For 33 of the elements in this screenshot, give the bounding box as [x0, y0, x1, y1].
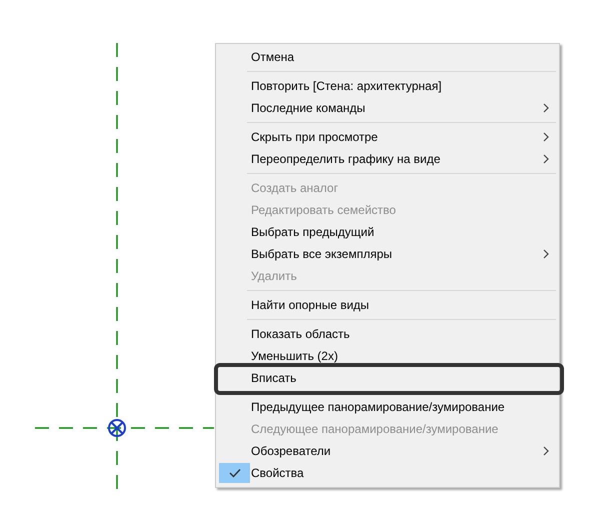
menu-item[interactable]: Найти опорные виды: [218, 294, 559, 316]
menu-item-label: Уменьшить (2x): [251, 348, 339, 365]
menu-item[interactable]: Предыдущее панорамирование/зумирование: [218, 396, 559, 418]
menu-item[interactable]: Вписать: [218, 367, 559, 389]
menu-item[interactable]: Скрыть при просмотре: [218, 126, 559, 148]
menu-item[interactable]: Отмена: [218, 46, 559, 68]
menu-item-label: Выбрать предыдущий: [251, 224, 376, 241]
menu-item-label: Скрыть при просмотре: [251, 129, 379, 146]
menu-item-label: Выбрать все экземпляры: [251, 246, 394, 263]
menu-item[interactable]: Выбрать все экземпляры: [218, 243, 559, 265]
menu-item-label: Свойства: [251, 465, 305, 482]
menu-item-label: Обозреватели: [251, 443, 332, 460]
menu-item[interactable]: Свойства: [218, 462, 559, 484]
menu-item-label: Вписать: [251, 370, 298, 387]
menu-item-label: Найти опорные виды: [251, 297, 370, 314]
menu-item[interactable]: Показать область: [218, 323, 559, 345]
menu-item-label: Переопределить графику на виде: [251, 151, 442, 168]
menu-item-label: Отмена: [251, 49, 296, 66]
crosshair-marker-icon: [108, 419, 126, 437]
menu-item-label: Повторить [Стена: архитектурная]: [251, 78, 443, 95]
menu-item-label: Предыдущее панорамирование/зумирование: [251, 399, 506, 416]
menu-item-label: Удалить: [251, 268, 298, 285]
menu-item-label: Следующее панорамирование/зумирование: [251, 421, 500, 438]
menu-item[interactable]: Переопределить графику на виде: [218, 148, 559, 170]
menu-item-label: Создать аналог: [251, 180, 340, 197]
menu-item-label: Последние команды: [251, 100, 366, 117]
menu-item[interactable]: Выбрать предыдущий: [218, 221, 559, 243]
menu-item-label: Показать область: [251, 326, 351, 343]
menu-item-label: Редактировать семейство: [251, 202, 397, 219]
menu-item[interactable]: Повторить [Стена: архитектурная]: [218, 75, 559, 97]
menu-item[interactable]: Уменьшить (2x): [218, 345, 559, 367]
menu-item[interactable]: Последние команды: [218, 97, 559, 119]
menu-item[interactable]: Обозреватели: [218, 440, 559, 462]
